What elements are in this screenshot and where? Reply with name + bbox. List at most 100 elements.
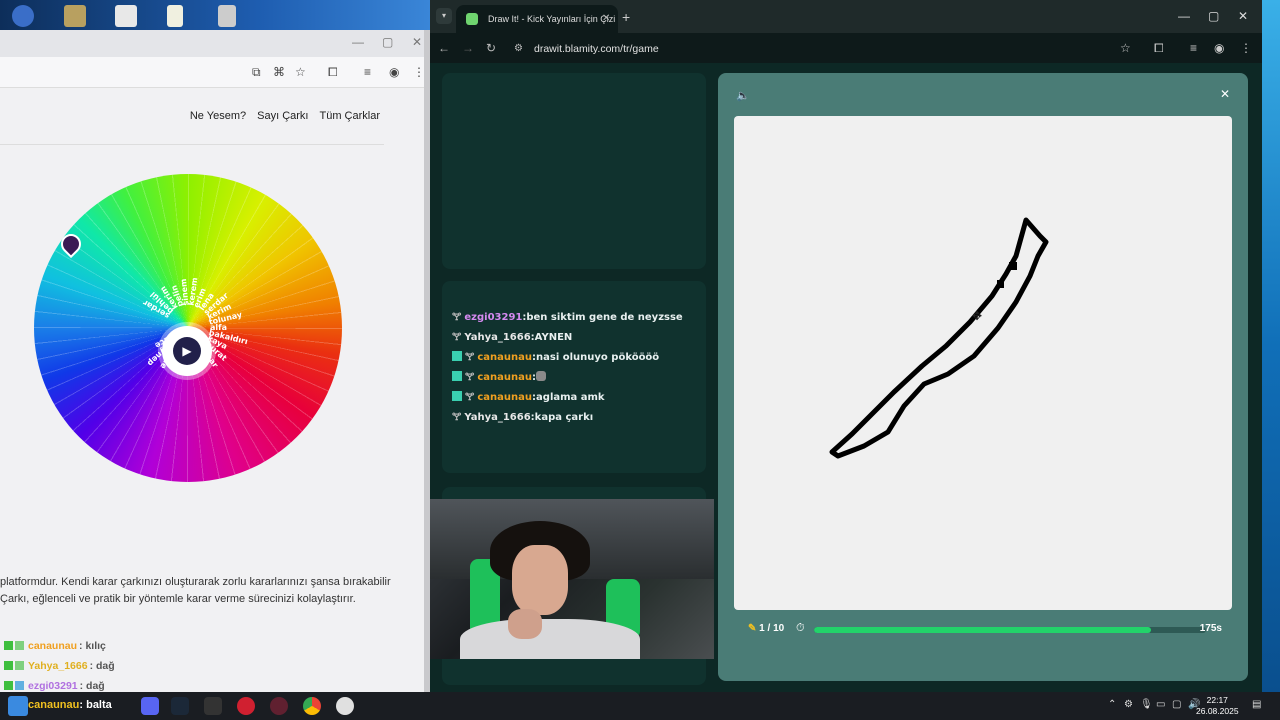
extensions-icon[interactable]: ⧠ bbox=[328, 65, 338, 80]
page-description: platformdur. Kendi karar çarkınızı oluşt… bbox=[0, 574, 410, 608]
minimize-icon[interactable]: — bbox=[1178, 9, 1190, 23]
site-info-icon[interactable]: ⚙ bbox=[514, 43, 523, 54]
chat-message: 🝖 ezgi03291:ben siktim gene de neyzsse bbox=[452, 312, 683, 323]
left-browser-window: — ▢ ✕ ⧉ ⌘ ☆ ⧠ ≡ ◉ ⋮ Ne Yesem? Sayı Çarkı… bbox=[0, 30, 424, 692]
nav-ne-yesem[interactable]: Ne Yesem? bbox=[190, 110, 246, 122]
chrome-icon[interactable] bbox=[303, 697, 321, 715]
chat-user: canaunau bbox=[477, 352, 533, 363]
bookmark-star-icon[interactable]: ☆ bbox=[1120, 41, 1131, 55]
minimize-icon[interactable]: — bbox=[352, 35, 364, 49]
chat-message: dağ bbox=[86, 680, 105, 692]
chat-user: Yahya_1666 bbox=[464, 412, 531, 423]
network-icon[interactable]: ▭ bbox=[1156, 699, 1165, 710]
system-clock[interactable]: 22:17 26.08.2025 bbox=[1196, 695, 1239, 717]
profile-icon[interactable]: ◉ bbox=[389, 65, 399, 79]
app-icon[interactable] bbox=[64, 5, 86, 27]
tab-title: Draw It! - Kick Yayınları İçin Çizi bbox=[488, 14, 616, 24]
chat-text: aglama amk bbox=[536, 392, 605, 403]
chat-overlay-line: ezgi03291: dağ bbox=[4, 680, 105, 692]
stroke-dot bbox=[1009, 262, 1017, 270]
trophy-icon: 🝖 bbox=[465, 372, 475, 383]
chat-message: 🝖 Yahya_1666:kapa çarkı bbox=[452, 412, 594, 423]
close-icon[interactable]: ✕ bbox=[412, 35, 422, 49]
kick-badge-icon bbox=[4, 681, 13, 690]
close-icon[interactable]: ✕ bbox=[1220, 87, 1230, 101]
steam-icon[interactable] bbox=[171, 697, 189, 715]
emote-icon bbox=[536, 371, 547, 381]
stroke-dot bbox=[997, 280, 1004, 288]
app-icon[interactable] bbox=[12, 5, 34, 27]
drawing-strokes: ✥ bbox=[829, 217, 1049, 459]
bookmark-star-icon[interactable]: ☆ bbox=[295, 65, 306, 79]
maximize-icon[interactable]: ▢ bbox=[1208, 9, 1219, 23]
chat-user: canaunau bbox=[477, 372, 533, 383]
nav-sayi-carki[interactable]: Sayı Çarkı bbox=[257, 110, 308, 122]
tab-draw-it[interactable]: Draw It! - Kick Yayınları İçin Çizi ✕ bbox=[456, 5, 618, 33]
maximize-icon[interactable]: ▢ bbox=[382, 35, 393, 49]
media-icon[interactable]: ≡ bbox=[1190, 41, 1197, 55]
epic-games-icon[interactable] bbox=[204, 697, 222, 715]
translate-icon[interactable]: ⌘ bbox=[273, 65, 285, 79]
streamer-body bbox=[460, 619, 640, 659]
description-line: platformdur. Kendi karar çarkınızı oluşt… bbox=[0, 576, 391, 588]
chat-user: ezgi03291 bbox=[464, 312, 523, 323]
app-icon[interactable] bbox=[218, 5, 236, 27]
back-icon[interactable]: ← bbox=[438, 41, 450, 55]
chat-overlay-line: canaunau: kılıç bbox=[4, 640, 106, 652]
file-icon[interactable] bbox=[167, 5, 183, 27]
nav-tum-carklar[interactable]: Tüm Çarklar bbox=[319, 110, 380, 122]
round-text: 1 / 10 bbox=[759, 623, 785, 634]
kick-badge-icon bbox=[4, 661, 13, 670]
tray-expand-icon[interactable]: ⌃ bbox=[1108, 699, 1116, 710]
extensions-icon[interactable]: ⧠ bbox=[1154, 41, 1164, 56]
clock-time: 22:17 bbox=[1206, 695, 1228, 705]
menu-icon[interactable]: ⋮ bbox=[1240, 41, 1252, 55]
media-icon[interactable]: ≡ bbox=[364, 65, 371, 79]
chat-user: canaunau bbox=[477, 392, 533, 403]
app-icon[interactable] bbox=[237, 697, 255, 715]
clock-date: 26.08.2025 bbox=[1196, 706, 1239, 716]
favicon-icon bbox=[466, 13, 478, 25]
menu-icon[interactable]: ⋮ bbox=[413, 65, 424, 79]
forward-icon[interactable]: → bbox=[462, 41, 474, 55]
site-nav: Ne Yesem? Sayı Çarkı Tüm Çarklar bbox=[190, 110, 380, 122]
drawing-canvas[interactable]: ✥ bbox=[734, 116, 1232, 610]
badge-icon bbox=[15, 641, 24, 650]
time-progress-fill bbox=[814, 627, 1152, 633]
tab-search-icon[interactable]: ▾ bbox=[436, 8, 452, 24]
kick-badge-icon bbox=[452, 391, 462, 401]
tab-close-icon[interactable]: ✕ bbox=[602, 13, 610, 24]
chat-text: nasi olunuyo pököööö bbox=[536, 352, 660, 363]
install-icon[interactable]: ⧉ bbox=[252, 65, 261, 80]
close-icon[interactable]: ✕ bbox=[1238, 9, 1248, 23]
discord-icon[interactable] bbox=[141, 697, 159, 715]
profile-icon[interactable]: ◉ bbox=[1214, 41, 1224, 55]
spin-play-button[interactable]: ▶ bbox=[173, 337, 201, 365]
microphone-icon[interactable]: 🎙 bbox=[1140, 699, 1153, 710]
address-bar[interactable]: ⚙ drawit.blamity.com/tr/game bbox=[506, 38, 1156, 60]
new-tab-icon[interactable]: + bbox=[622, 9, 630, 25]
kick-badge-icon bbox=[4, 641, 13, 650]
notification-icon[interactable]: ▤ bbox=[1252, 699, 1261, 710]
app-icon[interactable] bbox=[270, 697, 288, 715]
chat-user: Yahya_1666 bbox=[28, 660, 88, 672]
chat-message: 🝖 canaunau:nasi olunuyo pököööö bbox=[452, 345, 659, 366]
chat-message: balta bbox=[86, 699, 112, 711]
trophy-icon: 🝖 bbox=[452, 312, 462, 323]
app-icon[interactable] bbox=[115, 5, 137, 27]
desktop-background bbox=[1262, 0, 1280, 692]
trophy-icon: 🝖 bbox=[465, 352, 475, 363]
tray-icon[interactable]: ⚙ bbox=[1124, 699, 1133, 710]
sound-icon[interactable]: 🔈 bbox=[736, 89, 750, 102]
chat-overlay-line: canaunau: balta bbox=[28, 699, 112, 711]
toolbar: ⧉ ⌘ ☆ ⧠ ≡ ◉ ⋮ bbox=[0, 57, 424, 88]
taskbar: canaunau: balta ⌃ ⚙ 🎙 ▭ ▢ 🔊 22:17 26.08.… bbox=[0, 692, 1280, 720]
trophy-icon: 🝖 bbox=[452, 412, 462, 423]
start-icon[interactable] bbox=[8, 696, 28, 716]
app-icon[interactable] bbox=[336, 697, 354, 715]
streamer-hand bbox=[508, 609, 542, 639]
chat-message: kılıç bbox=[85, 640, 106, 652]
description-line: Çarkı, eğlenceli ve pratik bir yöntemle … bbox=[0, 593, 356, 605]
reload-icon[interactable]: ↻ bbox=[486, 41, 496, 55]
display-icon[interactable]: ▢ bbox=[1172, 699, 1181, 710]
